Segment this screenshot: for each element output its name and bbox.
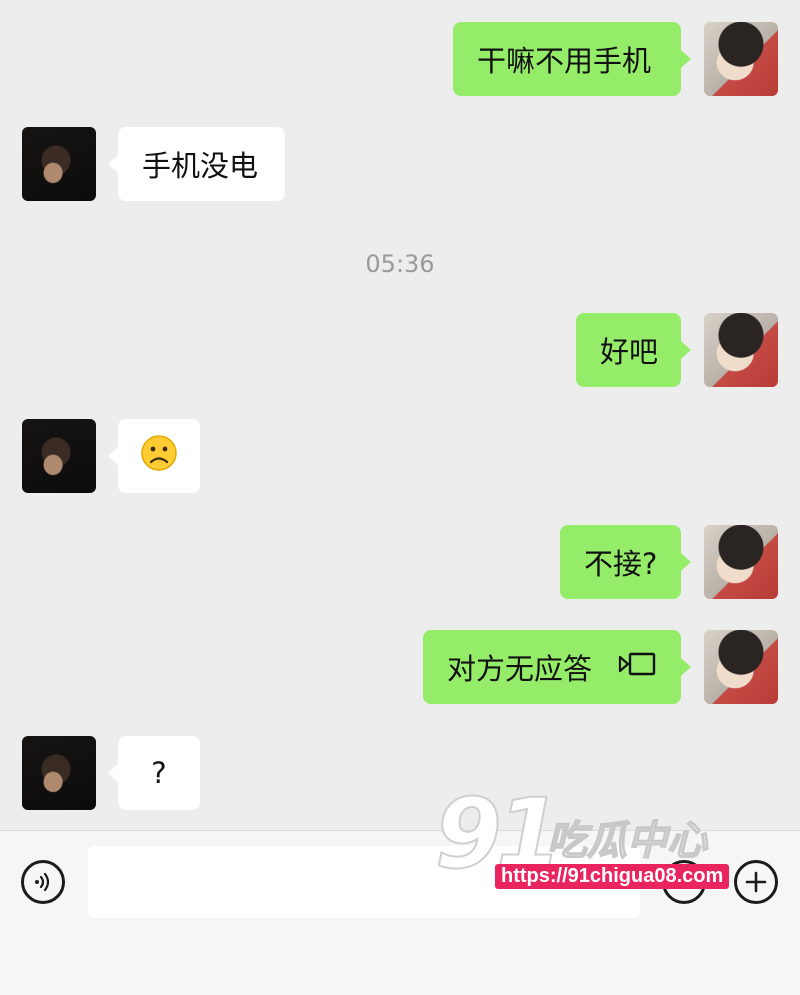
plus-icon[interactable] — [734, 860, 778, 904]
my-avatar[interactable] — [704, 22, 778, 96]
contact-avatar[interactable] — [22, 419, 96, 493]
input-bar — [0, 830, 800, 995]
frowning-face-emoji-icon — [140, 434, 178, 479]
message-bubble-incoming[interactable]: ? — [108, 736, 200, 810]
message-text: 对方无应答 — [447, 652, 593, 686]
message-text: 好吧 — [600, 335, 659, 369]
message-text: 干嘛不用手机 — [477, 44, 652, 78]
timestamp: 05:36 — [365, 250, 435, 278]
message-text: 不接? — [584, 547, 658, 581]
message-bubble-incoming[interactable]: 手机没电 — [108, 127, 285, 201]
video-call-icon — [618, 650, 658, 684]
call-status-bubble[interactable]: 对方无应答 — [423, 630, 691, 704]
message-text: 手机没电 — [142, 149, 259, 183]
my-avatar[interactable] — [704, 525, 778, 599]
message-text: ? — [151, 756, 167, 790]
message-bubble-outgoing[interactable]: 干嘛不用手机 — [453, 22, 691, 96]
message-input[interactable] — [88, 846, 640, 918]
chat-area: 干嘛不用手机 手机没电 05:36 好吧 不接? 对方无应答 ? — [0, 0, 800, 830]
message-bubble-incoming[interactable] — [108, 419, 200, 493]
message-bubble-outgoing[interactable]: 好吧 — [576, 313, 691, 387]
my-avatar[interactable] — [704, 630, 778, 704]
message-bubble-outgoing[interactable]: 不接? — [560, 525, 691, 599]
voice-input-icon[interactable] — [21, 860, 65, 904]
my-avatar[interactable] — [704, 313, 778, 387]
emoji-icon[interactable] — [662, 860, 706, 904]
contact-avatar[interactable] — [22, 127, 96, 201]
contact-avatar[interactable] — [22, 736, 96, 810]
